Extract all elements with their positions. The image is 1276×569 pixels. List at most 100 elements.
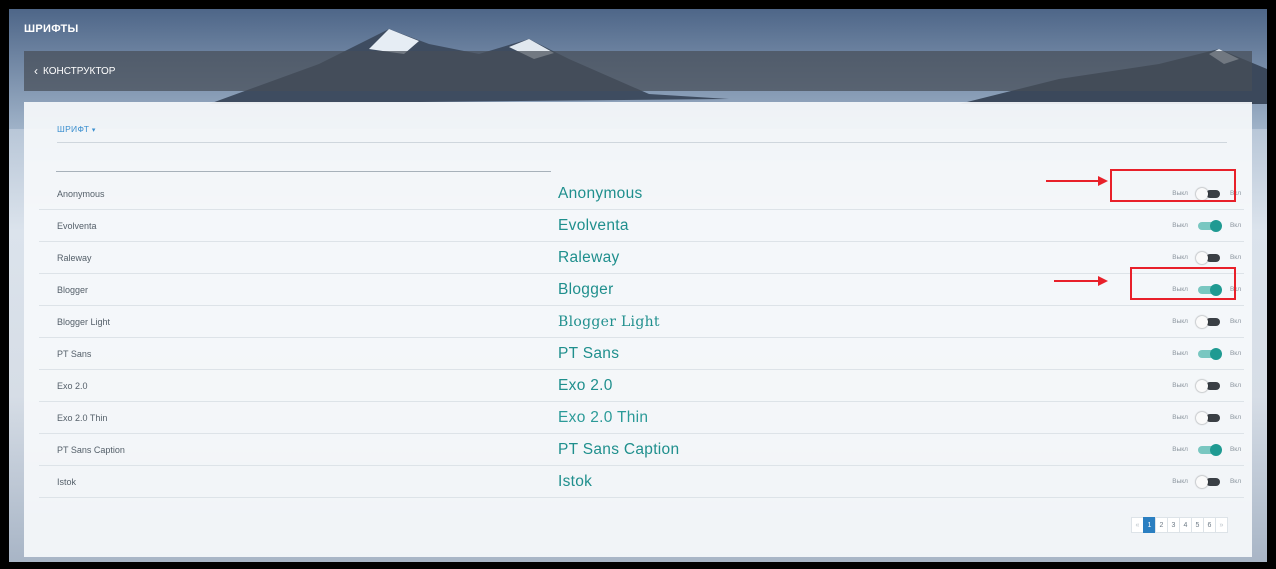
app-window: ШРИФТЫ ‹ КОНСТРУКТОР ШРИФТ ▾ Anonymous An… — [9, 9, 1267, 562]
pagination: «1 2 3 4 5 6» — [1131, 517, 1228, 533]
font-row: Blogger Blogger Выкл Вкл — [39, 274, 1244, 306]
font-toggle-group: Выкл Вкл — [1172, 379, 1241, 392]
font-name: PT Sans Caption — [57, 444, 125, 455]
toggle-off-label: Выкл — [1172, 382, 1188, 389]
font-enable-toggle[interactable] — [1196, 219, 1222, 232]
toggle-knob — [1209, 443, 1222, 456]
font-toggle-group: Выкл Вкл — [1172, 283, 1241, 296]
font-enable-toggle[interactable] — [1195, 315, 1222, 328]
font-name: Exo 2.0 — [57, 380, 88, 391]
caret-down-icon: ▾ — [91, 127, 96, 134]
toggle-off-label: Выкл — [1172, 350, 1188, 357]
font-row: Anonymous Anonymous Выкл Вкл — [39, 178, 1244, 210]
font-row: PT Sans Caption PT Sans Caption Выкл Вкл — [39, 434, 1244, 466]
annotation-arrow-head-2 — [1098, 276, 1108, 286]
font-preview: Anonymous — [558, 184, 643, 202]
font-row: Exo 2.0 Thin Exo 2.0 Thin Выкл Вкл — [39, 402, 1244, 434]
toggle-knob — [1209, 283, 1222, 296]
chevron-left-icon: ‹ — [34, 64, 38, 78]
font-name: Exo 2.0 Thin — [57, 412, 108, 423]
toggle-knob — [1195, 379, 1208, 392]
font-enable-toggle[interactable] — [1195, 475, 1222, 488]
toggle-off-label: Выкл — [1172, 478, 1188, 485]
toggle-track — [1205, 381, 1220, 390]
font-toggle-group: Выкл Вкл — [1172, 251, 1241, 264]
toggle-off-label: Выкл — [1172, 254, 1188, 261]
toggle-on-label: Вкл — [1229, 286, 1241, 293]
font-toggle-group: Выкл Вкл — [1172, 187, 1241, 200]
font-name: PT Sans — [57, 348, 92, 359]
font-toggle-group: Выкл Вкл — [1172, 347, 1241, 360]
toggle-on-label: Вкл — [1229, 478, 1241, 485]
toggle-off-label: Выкл — [1172, 318, 1188, 325]
font-preview: Exo 2.0 — [558, 376, 613, 394]
font-name: Anonymous — [57, 188, 105, 199]
font-row: Evolventa Evolventa Выкл Вкл — [39, 210, 1244, 242]
toggle-on-label: Вкл — [1229, 254, 1241, 261]
font-preview: PT Sans — [558, 344, 620, 362]
toggle-on-label: Вкл — [1229, 318, 1241, 325]
font-row: PT Sans PT Sans Выкл Вкл — [39, 338, 1244, 370]
toggle-knob — [1195, 251, 1208, 264]
toggle-knob — [1195, 411, 1208, 424]
font-name: Raleway — [57, 252, 92, 263]
toggle-track — [1205, 477, 1220, 486]
page-title: ШРИФТЫ — [24, 23, 79, 35]
annotation-arrow-2 — [1054, 280, 1100, 282]
font-preview: Blogger — [558, 280, 614, 298]
toggle-on-label: Вкл — [1229, 222, 1241, 229]
annotation-arrow-head-1 — [1098, 176, 1108, 186]
font-list: Anonymous Anonymous Выкл Вкл Evolventa Evolve… — [39, 178, 1244, 498]
toggle-knob — [1209, 219, 1222, 232]
toggle-on-label: Вкл — [1229, 382, 1241, 389]
font-toggle-group: Выкл Вкл — [1172, 475, 1241, 488]
toggle-knob — [1195, 475, 1208, 488]
toggle-on-label: Вкл — [1229, 446, 1241, 453]
font-name: Evolventa — [57, 220, 97, 231]
annotation-arrow-1 — [1046, 180, 1100, 182]
font-preview: Blogger Light — [558, 313, 660, 330]
fonts-panel: ШРИФТ ▾ Anonymous Anonymous Выкл Вкл Evolven… — [24, 102, 1252, 557]
font-enable-toggle[interactable] — [1195, 187, 1222, 200]
font-section-label: ШРИФТ — [57, 124, 90, 134]
toggle-off-label: Выкл — [1172, 190, 1188, 197]
toggle-track — [1205, 413, 1220, 422]
toggle-track — [1205, 317, 1220, 326]
font-search-input[interactable] — [56, 150, 551, 172]
font-toggle-group: Выкл Вкл — [1172, 411, 1241, 424]
toggle-track — [1205, 189, 1220, 198]
breadcrumb-label: КОНСТРУКТОР — [43, 65, 116, 77]
font-enable-toggle[interactable] — [1195, 411, 1222, 424]
toggle-knob — [1195, 315, 1208, 328]
font-toggle-group: Выкл Вкл — [1172, 219, 1241, 232]
font-row: Istok Istok Выкл Вкл — [39, 466, 1244, 498]
toggle-knob — [1209, 347, 1222, 360]
toggle-track — [1205, 253, 1220, 262]
font-name: Blogger — [57, 284, 89, 295]
font-preview: Raleway — [558, 248, 620, 266]
toggle-knob — [1195, 187, 1208, 200]
toggle-on-label: Вкл — [1229, 414, 1241, 421]
font-section-dropdown[interactable]: ШРИФТ ▾ — [57, 124, 1227, 143]
font-enable-toggle[interactable] — [1195, 251, 1222, 264]
font-row: Exo 2.0 Exo 2.0 Выкл Вкл — [39, 370, 1244, 402]
toggle-off-label: Выкл — [1172, 286, 1188, 293]
font-enable-toggle[interactable] — [1196, 347, 1222, 360]
font-enable-toggle[interactable] — [1195, 379, 1222, 392]
font-name: Istok — [57, 476, 77, 487]
back-to-constructor-link[interactable]: ‹ КОНСТРУКТОР — [24, 51, 1252, 91]
font-enable-toggle[interactable] — [1196, 443, 1222, 456]
toggle-off-label: Выкл — [1172, 222, 1188, 229]
pagination-next-button[interactable]: » — [1215, 517, 1228, 533]
toggle-on-label: Вкл — [1229, 350, 1241, 357]
font-preview: PT Sans Caption — [558, 440, 680, 458]
font-preview: Evolventa — [558, 216, 629, 234]
font-enable-toggle[interactable] — [1196, 283, 1222, 296]
toggle-on-label: Вкл — [1229, 190, 1241, 197]
font-preview: Exo 2.0 Thin — [558, 408, 649, 426]
font-toggle-group: Выкл Вкл — [1172, 443, 1241, 456]
font-row: Raleway Raleway Выкл Вкл — [39, 242, 1244, 274]
font-row: Blogger Light Blogger Light Выкл Вкл — [39, 306, 1244, 338]
font-preview: Istok — [558, 472, 593, 490]
font-name: Blogger Light — [57, 316, 111, 327]
